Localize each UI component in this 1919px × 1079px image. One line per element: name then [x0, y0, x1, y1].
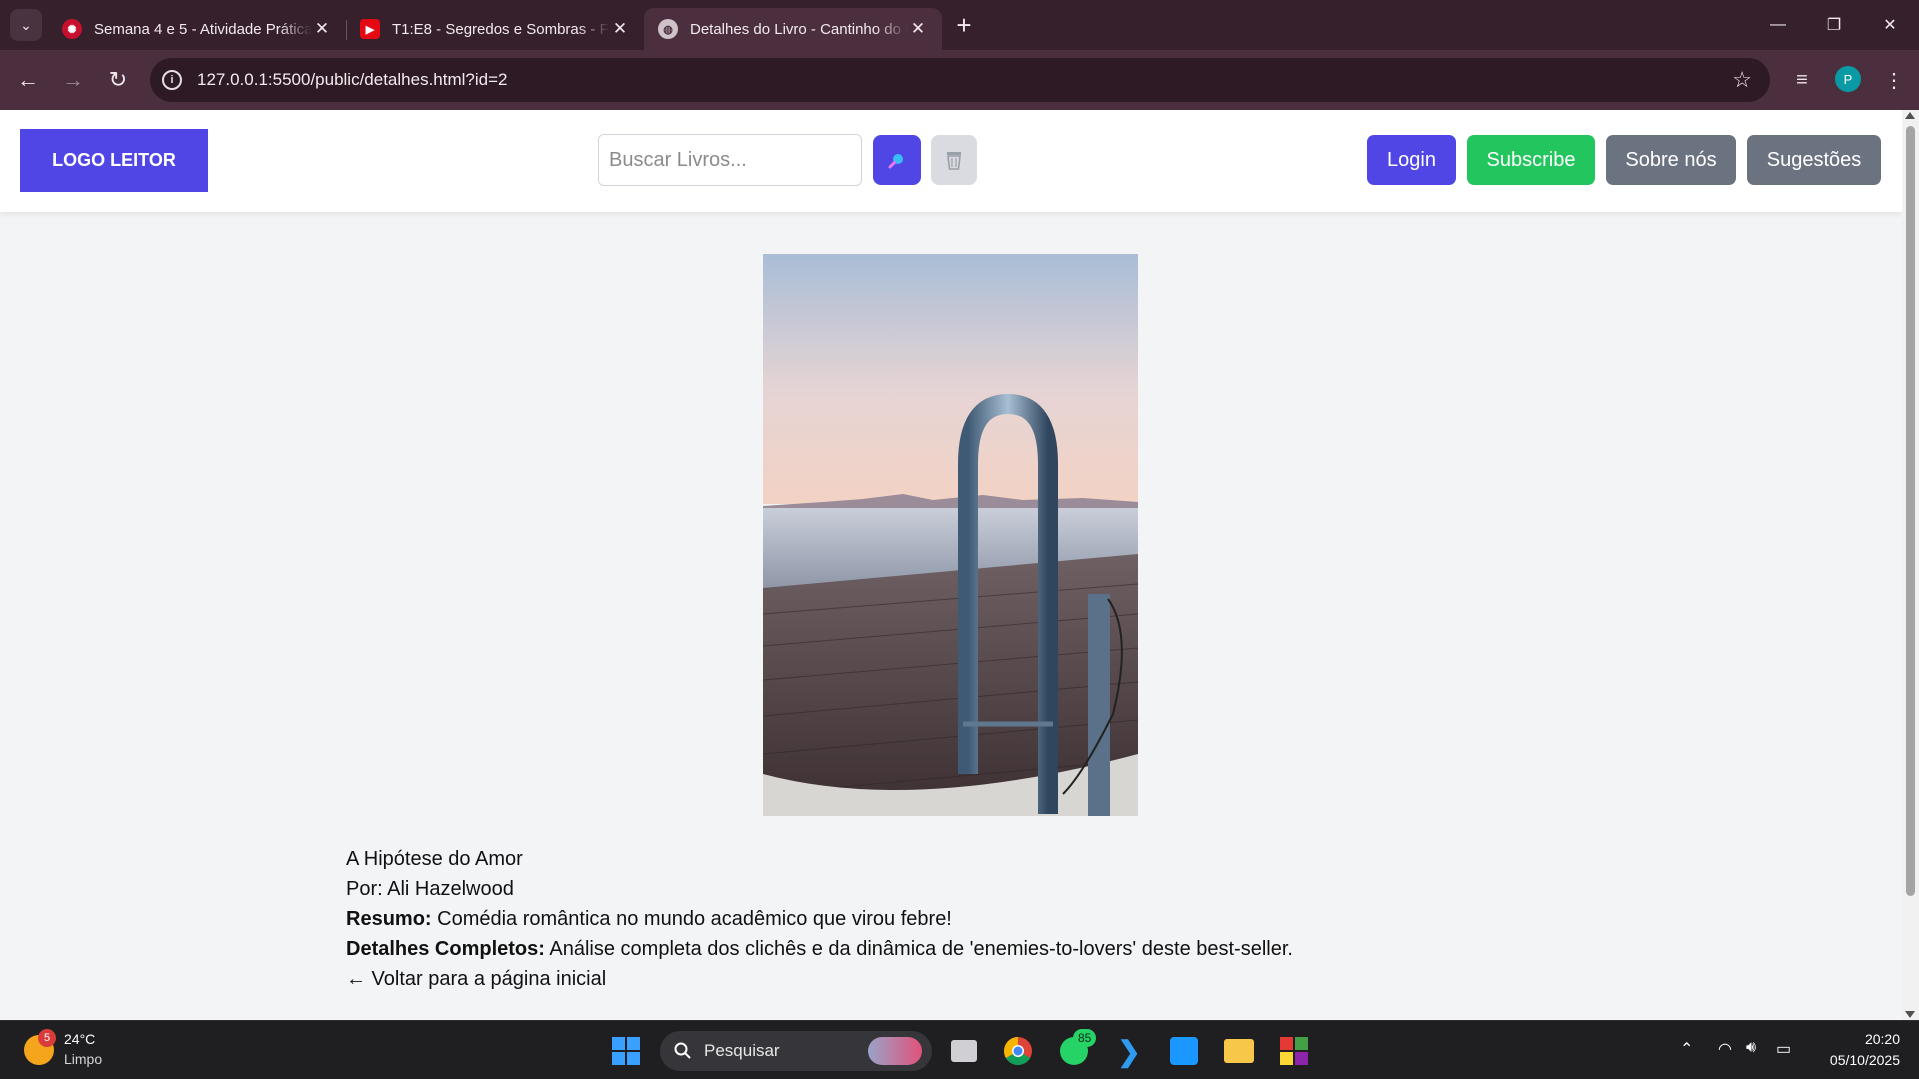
close-icon[interactable]: ✕ — [312, 19, 332, 39]
book-title: A Hipótese do Amor — [346, 848, 523, 870]
bookmark-star-icon[interactable]: ☆ — [1732, 67, 1752, 93]
site-info-icon[interactable]: i — [162, 70, 182, 90]
playlist-icon: ≡ — [1796, 68, 1808, 91]
search-highlight-icon — [868, 1037, 922, 1065]
summary-label: Resumo: — [346, 908, 432, 930]
reload-icon: ↻ — [108, 67, 128, 92]
clock-date[interactable]: 05/10/2025 — [1812, 1052, 1900, 1068]
browser-toolbar: ← → ↻ i 127.0.0.1:5500/public/detalhes.h… — [0, 50, 1919, 110]
file-explorer-taskbar-button[interactable] — [1219, 1031, 1259, 1071]
start-button[interactable] — [606, 1031, 646, 1071]
gear-red-icon: ✺ — [62, 19, 82, 39]
clear-search-button[interactable] — [931, 135, 977, 185]
search-icon — [674, 1042, 691, 1059]
tab-title: Semana 4 e 5 - Atividade Prática — [94, 20, 312, 38]
prime-video-taskbar-button[interactable] — [1164, 1031, 1204, 1071]
wifi-icon[interactable]: ◠ — [1718, 1039, 1732, 1059]
trash-icon — [947, 152, 961, 170]
tab-title: T1:E8 - Segredos e Sombras - Film — [392, 20, 610, 38]
site-logo[interactable]: LOGO LEITOR — [20, 129, 208, 192]
book-cover-image — [763, 254, 1138, 816]
scrollbar-thumb[interactable] — [1906, 126, 1915, 896]
page-viewport: LOGO LEITOR Login Subscribe Sobre nós Su… — [0, 110, 1902, 1020]
clock-time[interactable]: 20:20 — [1840, 1031, 1900, 1047]
taskbar-search[interactable]: Pesquisar — [660, 1031, 932, 1071]
globoplay-icon: ▶ — [360, 19, 380, 39]
task-view-icon — [951, 1040, 977, 1062]
tab-segredos[interactable]: ▶ T1:E8 - Segredos e Sombras - Film ✕ — [346, 8, 644, 50]
chrome-icon — [1004, 1037, 1032, 1065]
page-scrollbar[interactable] — [1902, 110, 1919, 1020]
colorful-app-icon — [1280, 1037, 1308, 1065]
tab-title: Detalhes do Livro - Cantinho do Leitor — [690, 20, 908, 38]
about-button[interactable]: Sobre nós — [1606, 135, 1736, 185]
vscode-taskbar-button[interactable]: ❯ — [1109, 1031, 1149, 1071]
arrow-right-icon: → — [62, 67, 84, 92]
globe-icon: ◍ — [658, 19, 678, 39]
tab-semana[interactable]: ✺ Semana 4 e 5 - Atividade Prática ✕ — [48, 8, 346, 50]
close-icon[interactable]: ✕ — [610, 19, 630, 39]
suggestions-button[interactable]: Sugestões — [1747, 135, 1881, 185]
browser-tab-bar: ⌄ ✺ Semana 4 e 5 - Atividade Prática ✕ ▶… — [0, 0, 1919, 50]
reload-button[interactable]: ↻ — [100, 62, 136, 98]
close-icon[interactable]: ✕ — [908, 19, 928, 39]
weather-condition[interactable]: Limpo — [64, 1051, 102, 1067]
chevron-up-icon[interactable]: ⌃ — [1680, 1039, 1693, 1059]
windows-logo-icon — [612, 1037, 640, 1065]
details-text: Análise completa dos clichês e da dinâmi… — [549, 938, 1293, 960]
new-tab-button[interactable]: + — [948, 9, 980, 41]
minimize-icon: — — [1770, 16, 1786, 33]
battery-icon[interactable]: ▭ — [1776, 1039, 1791, 1059]
plus-icon: + — [956, 9, 972, 40]
search-icon — [888, 154, 903, 169]
weather-badge: 5 — [38, 1029, 56, 1047]
tab-search-button[interactable]: ⌄ — [10, 9, 42, 41]
weather-temperature[interactable]: 24°C — [64, 1031, 95, 1047]
taskbar-search-label: Pesquisar — [704, 1041, 780, 1060]
book-summary: Resumo: Comédia romântica no mundo acadê… — [346, 904, 1293, 934]
arrow-left-icon: ← — [17, 67, 39, 92]
restore-icon: ❐ — [1826, 17, 1842, 34]
scroll-down-icon[interactable] — [1905, 1011, 1915, 1018]
restore-button[interactable]: ❐ — [1806, 0, 1862, 50]
search-button[interactable] — [873, 135, 921, 185]
site-header: LOGO LEITOR Login Subscribe Sobre nós Su… — [0, 110, 1902, 212]
close-icon: ✕ — [1883, 17, 1897, 34]
more-vert-icon: ⋮ — [1884, 69, 1904, 92]
close-window-button[interactable]: ✕ — [1862, 0, 1918, 50]
login-button[interactable]: Login — [1367, 135, 1456, 185]
details-label: Detalhes Completos: — [346, 938, 545, 960]
whatsapp-badge: 85 — [1073, 1029, 1097, 1047]
media-control-button[interactable]: ≡ — [1786, 64, 1818, 96]
subscribe-button[interactable]: Subscribe — [1467, 135, 1595, 185]
profile-avatar[interactable]: P — [1835, 66, 1861, 92]
summary-text: Comédia romântica no mundo acadêmico que… — [437, 908, 952, 930]
chrome-taskbar-button[interactable] — [998, 1031, 1038, 1071]
tab-detalhes[interactable]: ◍ Detalhes do Livro - Cantinho do Leitor… — [644, 8, 942, 50]
windows-taskbar: 5 24°C Limpo Pesquisar 85 ❯ ⌃ ◠ 🔊︎ ▭ 20:… — [0, 1020, 1919, 1079]
browser-menu-button[interactable]: ⋮ — [1878, 64, 1910, 96]
book-author: Por: Ali Hazelwood — [346, 878, 514, 900]
minimize-button[interactable]: — — [1750, 0, 1806, 50]
book-full-details: Detalhes Completos: Análise completa dos… — [346, 934, 1293, 964]
chevron-down-icon: ⌄ — [20, 16, 32, 33]
back-home-link[interactable]: ← Voltar para a página inicial — [346, 964, 1293, 994]
prime-video-icon — [1170, 1037, 1198, 1065]
vscode-icon: ❯ — [1117, 1035, 1141, 1067]
app-taskbar-button[interactable] — [1274, 1031, 1314, 1071]
scroll-up-icon[interactable] — [1905, 112, 1915, 119]
url-text[interactable]: 127.0.0.1:5500/public/detalhes.html?id=2 — [197, 70, 507, 90]
back-button[interactable]: ← — [10, 62, 46, 98]
volume-icon[interactable]: 🔊︎ — [1746, 1039, 1756, 1057]
forward-button[interactable]: → — [55, 62, 91, 98]
book-details: A Hipótese do Amor Por: Ali Hazelwood Re… — [346, 844, 1293, 994]
folder-icon — [1224, 1039, 1254, 1063]
task-view-button[interactable] — [944, 1031, 984, 1071]
address-bar[interactable]: i 127.0.0.1:5500/public/detalhes.html?id… — [150, 58, 1770, 102]
search-input[interactable] — [598, 134, 862, 186]
